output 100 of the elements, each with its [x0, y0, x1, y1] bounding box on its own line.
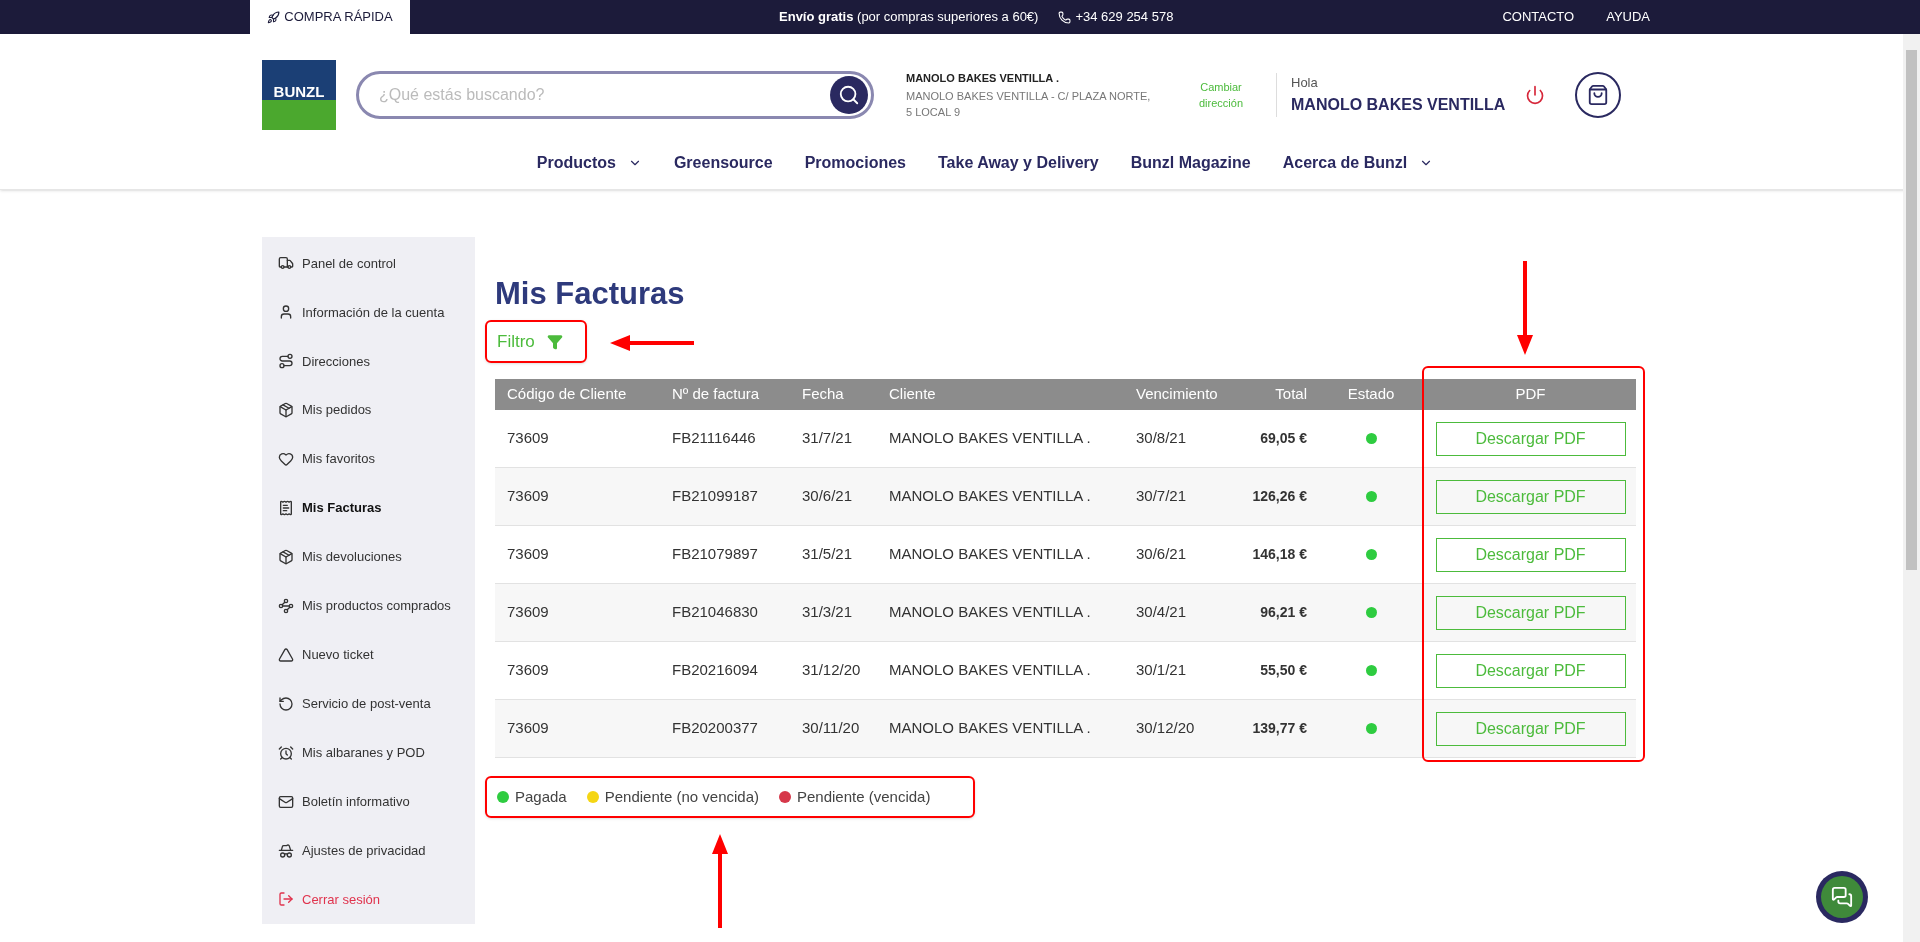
table-cell-text: MANOLO BAKES VENTILLA . [888, 602, 1092, 623]
nav-link[interactable]: Promociones [804, 151, 906, 175]
legend-label: Pendiente (no vencida) [604, 786, 759, 807]
table-cell-text: 73609 [506, 486, 550, 507]
table-cell-text: 30/12/20 [1135, 718, 1196, 739]
top-link[interactable]: CONTACTO [1502, 7, 1575, 27]
nav-link[interactable]: Acerca de Bunzl [1282, 151, 1434, 175]
rocket-icon [267, 10, 281, 24]
truck-icon [278, 255, 294, 272]
sidebar-item[interactable]: Cerrar sesión [262, 875, 475, 924]
user-icon [278, 304, 294, 321]
shipping-notice: Envío gratis (por compras superiores a 60€) [779, 8, 1039, 27]
table-cell-text: MANOLO BAKES VENTILLA . [888, 486, 1092, 507]
table-cell-text: 31/7/21 [801, 428, 854, 449]
table-cell-text: 30/6/21 [801, 486, 854, 507]
table-cell-text: 31/5/21 [801, 544, 854, 565]
sidebar-item[interactable]: Mis devoluciones [262, 532, 475, 582]
mail-icon [278, 793, 294, 810]
page-title: Mis Facturas [495, 275, 686, 313]
table-cell-text: FB21079897 [671, 544, 759, 565]
box-icon [278, 549, 294, 565]
table-cell-text: 126,26 € [1251, 487, 1308, 506]
address-line: MANOLO BAKES VENTILLA - C/ PLAZA NORTE, 5 LOCAL 9 [906, 89, 1152, 121]
nav-link[interactable]: Greensource [673, 151, 773, 175]
table-cell-text: 55,50 € [1259, 661, 1308, 680]
table-cell-text: 30/7/21 [1135, 486, 1188, 507]
top-link[interactable]: AYUDA [1606, 7, 1650, 27]
sidebar-item[interactable]: Boletín informativo [262, 777, 475, 827]
power-icon[interactable] [1525, 85, 1546, 105]
table-cell-text: 73609 [506, 718, 550, 739]
heart-icon [278, 451, 294, 468]
column-header: Total [1274, 384, 1308, 405]
sidebar-item[interactable]: Panel de control [262, 239, 475, 288]
table-cell-text: 73609 [506, 660, 550, 681]
table-cell-text: 73609 [506, 544, 550, 565]
table-cell-text: 30/1/21 [1135, 660, 1188, 681]
search-icon [838, 84, 860, 106]
search-bar[interactable]: ¿Qué estás buscando? [356, 71, 874, 119]
address-name: MANOLO BAKES VENTILLA . [906, 70, 1060, 86]
column-header: Cliente [888, 384, 937, 405]
sidebar-item[interactable]: Nuevo ticket [262, 630, 475, 680]
sidebar-item[interactable]: Ajustes de privacidad [262, 826, 475, 875]
table-cell-text: MANOLO BAKES VENTILLA . [888, 544, 1092, 565]
box-icon [278, 402, 294, 419]
sidebar-item[interactable]: Mis pedidos [262, 385, 475, 435]
column-header: PDF [1514, 384, 1547, 405]
sidebar-item[interactable]: Servicio de post-venta [262, 679, 475, 729]
logo: BUNZL [262, 60, 336, 130]
table-cell-text: 30/4/21 [1135, 602, 1188, 623]
table-cell-text: 69,05 € [1259, 429, 1308, 448]
search-button[interactable] [830, 76, 868, 114]
table-cell-text: MANOLO BAKES VENTILLA . [888, 718, 1092, 739]
chat-button[interactable] [1816, 871, 1868, 923]
chat-icon [1831, 886, 1853, 908]
sidebar-item[interactable]: Información de la cuenta [262, 287, 475, 337]
quick-buy-link[interactable]: COMPRA RÁPIDA [250, 0, 410, 34]
bag-icon [1587, 84, 1610, 106]
table-cell-text: 73609 [506, 602, 550, 623]
table-cell-text: 30/11/20 [801, 718, 861, 739]
logout-icon [278, 891, 294, 908]
nav-link[interactable]: Productos [536, 151, 642, 175]
sidebar-item[interactable]: Direcciones [262, 336, 475, 386]
funnel-icon [546, 333, 563, 350]
nav-link[interactable]: Take Away y Delivery [938, 151, 1099, 175]
table-cell-text: 30/8/21 [1135, 428, 1188, 449]
table-cell-text: 73609 [506, 428, 550, 449]
table-cell-text: 96,21 € [1259, 603, 1308, 622]
sidebar-item[interactable]: Mis Facturas [262, 483, 475, 533]
table-cell-text: 30/6/21 [1135, 544, 1188, 565]
table-cell-text: MANOLO BAKES VENTILLA . [888, 428, 1092, 449]
table-cell-text: FB21099187 [671, 486, 759, 507]
incognito-icon [278, 842, 294, 859]
column-header: Nº de factura [671, 384, 761, 405]
sidebar-item[interactable]: Mis productos comprados [262, 581, 475, 631]
table-cell-text: FB21046830 [671, 602, 759, 623]
phone-number: +34 629 254 578 [1075, 8, 1174, 27]
table-cell-text: FB20200377 [671, 718, 759, 739]
legend-label: Pendiente (vencida) [797, 786, 931, 807]
table-cell-text: 146,18 € [1251, 545, 1308, 564]
cart-button[interactable] [1575, 72, 1622, 118]
table-cell-text: FB21116446 [671, 428, 757, 449]
table-cell-text: 31/3/21 [801, 602, 854, 623]
route-icon [278, 353, 294, 370]
sidebar-item[interactable]: Mis favoritos [262, 434, 475, 484]
search-field[interactable]: ¿Qué estás buscando? [379, 83, 830, 107]
alarm-clock-icon [278, 744, 294, 761]
user-name: MANOLO BAKES VENTILLA [1291, 94, 1506, 115]
table-cell-text: MANOLO BAKES VENTILLA . [888, 660, 1092, 681]
column-header: Código de Cliente [506, 384, 628, 405]
column-header: Estado [1346, 384, 1396, 405]
column-header: Fecha [801, 384, 845, 405]
nav-link[interactable]: Bunzl Magazine [1130, 151, 1251, 175]
receipt-icon [278, 500, 294, 517]
nodes-icon [278, 597, 294, 614]
sidebar-item[interactable]: Mis albaranes y POD [262, 728, 475, 778]
table-cell-text: 139,77 € [1251, 719, 1308, 738]
triangle-icon [278, 646, 294, 663]
column-header: Vencimiento [1135, 384, 1219, 405]
legend-label: Pagada [515, 786, 567, 807]
greeting: Hola [1291, 74, 1319, 93]
